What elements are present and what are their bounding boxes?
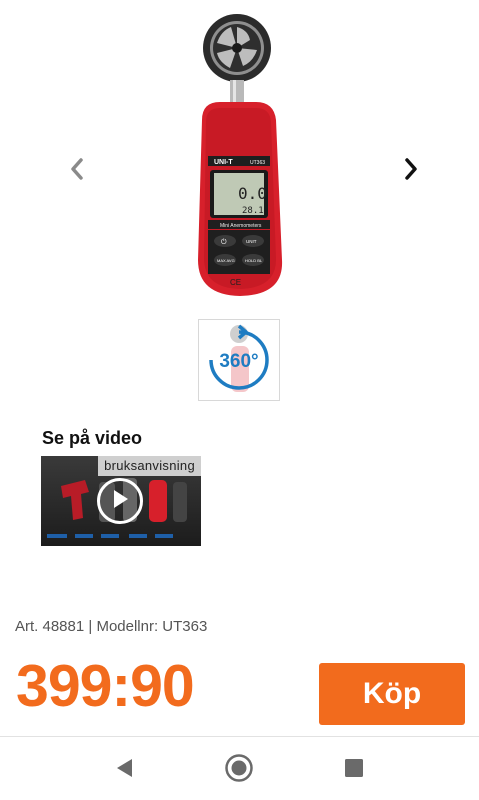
recents-square-icon <box>344 758 364 783</box>
gallery-next-button[interactable] <box>396 154 426 184</box>
device-reading-primary: 0.0 <box>238 184 267 203</box>
recents-button[interactable] <box>339 755 369 785</box>
video-heading: Se på video <box>42 428 143 448</box>
device-key-power: ⏻ <box>221 238 227 246</box>
chevron-right-icon <box>403 158 419 180</box>
play-icon <box>111 489 129 514</box>
device-key-hold: HOLD BL <box>245 258 263 263</box>
back-triangle-icon <box>114 757 134 784</box>
view-360-label: 360° <box>219 351 258 372</box>
gallery-prev-button[interactable] <box>62 154 92 184</box>
chevron-left-icon <box>69 158 85 180</box>
play-button[interactable] <box>97 478 143 524</box>
buy-button[interactable]: Köp <box>319 663 465 725</box>
home-circle-icon <box>224 753 254 788</box>
home-button[interactable] <box>224 753 254 788</box>
product-image[interactable]: UNI-T UT363 0.0 28.1 Mini Anemometers ⏻ … <box>190 10 292 300</box>
back-button[interactable] <box>109 755 139 785</box>
system-nav-bar <box>0 737 479 800</box>
device-model-text: UT363 <box>250 160 265 166</box>
device-caption: Mini Anemometers <box>220 223 262 229</box>
article-number: Art. 48881 | Modellnr: UT363 <box>15 618 208 635</box>
view-360-thumbnail[interactable]: 360° <box>198 319 280 401</box>
video-thumbnail[interactable]: bruksanvisning <box>41 456 201 546</box>
device-brand-text: UNI-T <box>214 159 233 166</box>
video-label: bruksanvisning <box>98 456 201 476</box>
device-reading-secondary: 28.1 <box>242 206 264 216</box>
product-price: 399:90 <box>16 653 195 719</box>
ce-mark: CE <box>230 278 241 287</box>
device-key-maxavg: MAX AVG <box>217 258 235 263</box>
device-key-unit: UNIT <box>246 239 257 244</box>
